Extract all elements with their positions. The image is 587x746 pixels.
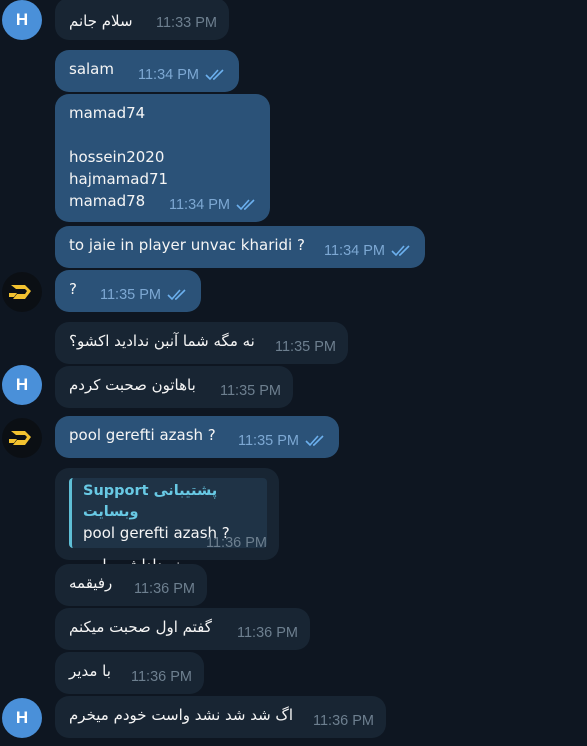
message-incoming[interactable]: باهاتون صحبت کردم 11:35 PM — [55, 366, 293, 408]
message-outgoing[interactable]: ? 11:35 PM — [55, 270, 201, 312]
message-time: 11:34 PM — [138, 67, 199, 83]
avatar-logo[interactable] — [2, 418, 42, 458]
message-incoming[interactable]: گفتم اول صحبت میکنم 11:36 PM — [55, 608, 310, 650]
message-meta: 11:35 PM — [100, 284, 189, 306]
message-meta: 11:36 PM — [237, 622, 298, 644]
message-meta: 11:36 PM — [134, 578, 195, 600]
message-meta: 11:33 PM — [156, 12, 217, 34]
message-meta: 11:35 PM — [220, 380, 281, 402]
message-incoming[interactable]: رفیقمه 11:36 PM — [55, 564, 207, 606]
message-meta: 11:34 PM — [324, 240, 413, 262]
logo-icon — [9, 431, 31, 445]
avatar-h[interactable]: H — [2, 698, 42, 738]
message-meta: 11:36 PM — [131, 666, 192, 688]
message-incoming-reply[interactable]: Support پشتیبانی وبسایت pool gerefti aza… — [55, 468, 279, 574]
message-outgoing[interactable]: pool gerefti azash ? 11:35 PM — [55, 416, 339, 458]
message-time: 11:36 PM — [206, 535, 267, 551]
reply-author: Support پشتیبانی وبسایت — [83, 483, 218, 520]
message-meta: 11:34 PM — [169, 194, 258, 216]
avatar-h[interactable]: H — [2, 0, 42, 40]
message-time: 11:35 PM — [275, 339, 336, 355]
message-time: 11:34 PM — [169, 197, 230, 213]
double-check-icon — [391, 245, 410, 257]
message-meta: 11:34 PM — [138, 64, 227, 86]
avatar-h[interactable]: H — [2, 365, 42, 405]
message-time: 11:35 PM — [100, 287, 161, 303]
message-outgoing[interactable]: salam 11:34 PM — [55, 50, 239, 92]
message-incoming[interactable]: با مدیر 11:36 PM — [55, 652, 204, 694]
message-incoming[interactable]: نه مگه شما آنبن ندادید اکشو؟ 11:35 PM — [55, 322, 348, 364]
message-meta: 11:36 PM — [313, 710, 374, 732]
message-meta: 11:36 PM — [206, 532, 267, 554]
message-time: 11:36 PM — [134, 581, 195, 597]
message-incoming[interactable]: اگ شد شد نشد واست خودم میخرم 11:36 PM — [55, 696, 386, 738]
message-meta: 11:35 PM — [238, 430, 327, 452]
message-time: 11:34 PM — [324, 243, 385, 259]
avatar-logo[interactable] — [2, 272, 42, 312]
message-outgoing[interactable]: to jaie in player unvac kharidi ? 11:34 … — [55, 226, 425, 268]
double-check-icon — [205, 69, 224, 81]
message-meta: 11:35 PM — [275, 336, 336, 358]
double-check-icon — [167, 289, 186, 301]
message-incoming[interactable]: سلام جانم 11:33 PM — [55, 0, 229, 40]
message-time: 11:33 PM — [156, 15, 217, 31]
logo-icon — [9, 285, 31, 299]
double-check-icon — [305, 435, 324, 447]
double-check-icon — [236, 199, 255, 211]
message-time: 11:36 PM — [313, 713, 374, 729]
message-outgoing[interactable]: mamad74 hossein2020 hajmamad71 mamad78 1… — [55, 94, 270, 222]
message-time: 11:35 PM — [220, 383, 281, 399]
message-time: 11:36 PM — [237, 625, 298, 641]
message-time: 11:36 PM — [131, 669, 192, 685]
message-time: 11:35 PM — [238, 433, 299, 449]
